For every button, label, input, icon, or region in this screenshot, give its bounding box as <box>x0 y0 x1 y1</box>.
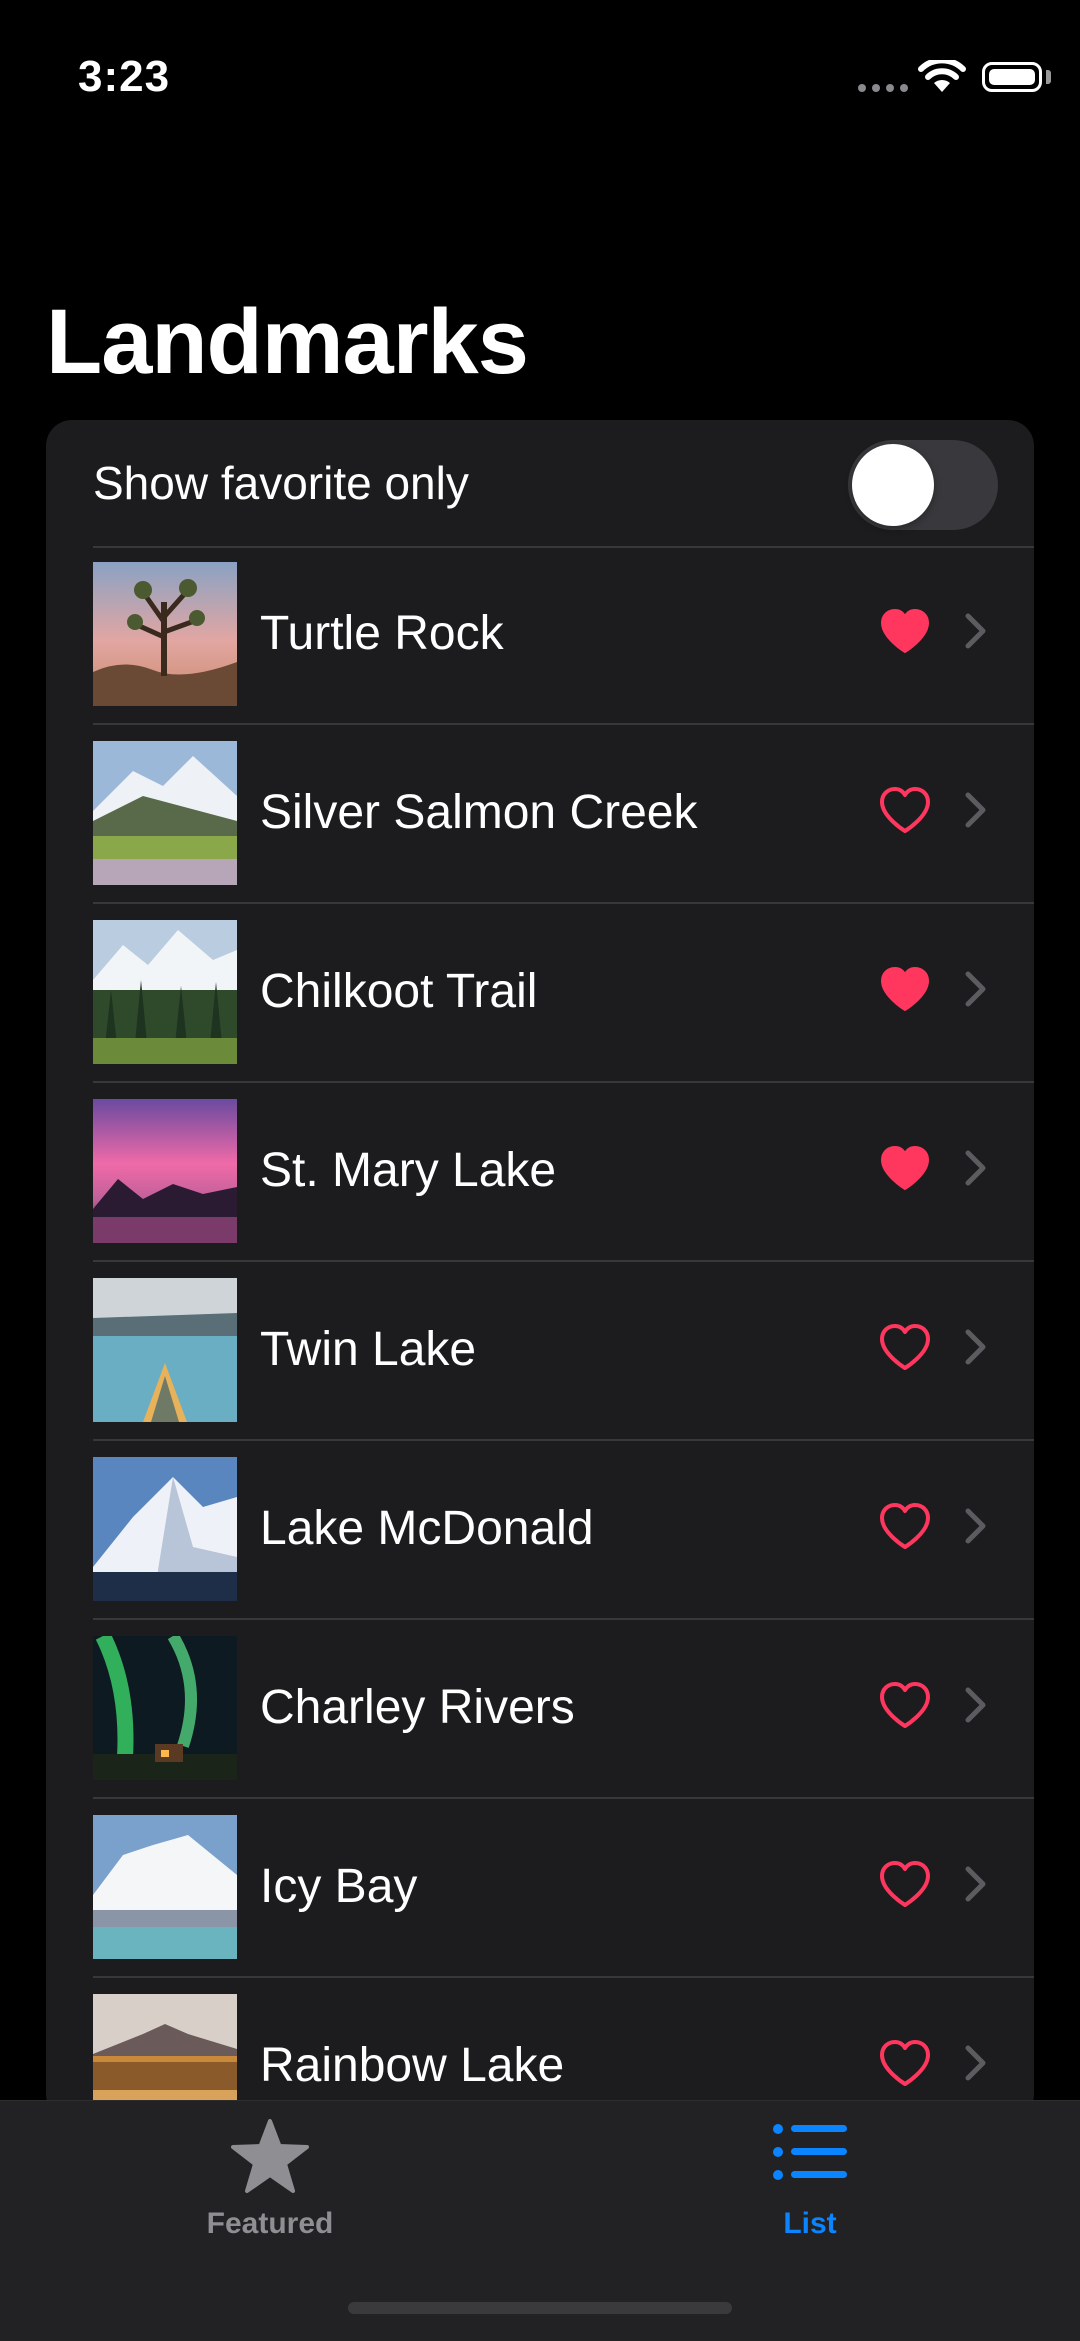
landmark-row[interactable]: Twin Lake <box>46 1262 1034 1441</box>
landmark-thumbnail <box>93 920 237 1064</box>
heart-filled-icon[interactable] <box>878 1143 932 1193</box>
favorites-filter-label: Show favorite only <box>93 457 469 509</box>
heart-outline-icon[interactable] <box>878 1322 932 1372</box>
battery-cap <box>1046 70 1051 84</box>
chevron-right-icon <box>965 1329 986 1365</box>
tab-list[interactable]: List <box>540 2101 1080 2261</box>
list-icon <box>773 2124 847 2180</box>
chevron-right-icon <box>965 1508 986 1544</box>
star-icon <box>231 2119 309 2193</box>
favorites-only-toggle[interactable] <box>848 440 998 530</box>
landmark-row[interactable]: St. Mary Lake <box>46 1083 1034 1262</box>
chevron-right-icon <box>965 1150 986 1186</box>
landmark-thumbnail <box>93 1278 237 1422</box>
toggle-knob <box>852 444 934 526</box>
heart-outline-icon[interactable] <box>878 1501 932 1551</box>
chevron-right-icon <box>965 1687 986 1723</box>
chevron-right-icon <box>965 792 986 828</box>
tab-list-label: List <box>783 2207 837 2240</box>
landmark-name: St. Mary Lake <box>260 1144 557 1197</box>
cellular-signal-icon <box>858 84 908 92</box>
landmark-row[interactable]: Turtle Rock <box>46 546 1034 725</box>
landmark-row[interactable]: Icy Bay <box>46 1799 1034 1978</box>
landmark-name: Rainbow Lake <box>260 2039 565 2092</box>
status-time: 3:23 <box>78 52 171 101</box>
landmark-thumbnail <box>93 1815 237 1959</box>
landmark-name: Chilkoot Trail <box>260 965 538 1018</box>
home-indicator <box>348 2302 732 2314</box>
landmark-row[interactable]: Rainbow Lake <box>46 1978 1034 2120</box>
landmark-name: Icy Bay <box>260 1860 418 1913</box>
heart-outline-icon[interactable] <box>878 785 932 835</box>
landmark-thumbnail <box>93 562 237 706</box>
chevron-right-icon <box>965 2045 986 2081</box>
landmark-name: Charley Rivers <box>260 1681 575 1734</box>
chevron-right-icon <box>965 613 986 649</box>
wifi-icon <box>918 60 966 92</box>
status-bar: 3:23 <box>0 0 1080 150</box>
battery-icon <box>982 62 1042 92</box>
landmark-thumbnail <box>93 741 237 885</box>
chevron-right-icon <box>965 1866 986 1902</box>
landmark-row[interactable]: Charley Rivers <box>46 1620 1034 1799</box>
landmark-name: Turtle Rock <box>260 607 504 660</box>
page-title: Landmarks <box>46 291 529 393</box>
landmark-name: Twin Lake <box>260 1323 477 1376</box>
chevron-right-icon <box>965 971 986 1007</box>
heart-filled-icon[interactable] <box>878 606 932 656</box>
heart-outline-icon[interactable] <box>878 1680 932 1730</box>
landmark-thumbnail <box>93 1099 237 1243</box>
landmark-name: Silver Salmon Creek <box>260 786 698 839</box>
landmark-row[interactable]: Lake McDonald <box>46 1441 1034 1620</box>
landmark-thumbnail <box>93 1457 237 1601</box>
tab-featured-label: Featured <box>206 2207 334 2240</box>
tab-featured[interactable]: Featured <box>0 2101 540 2261</box>
landmark-name: Lake McDonald <box>260 1502 594 1555</box>
heart-filled-icon[interactable] <box>878 964 932 1014</box>
landmark-row[interactable]: Chilkoot Trail <box>46 904 1034 1083</box>
landmark-list: Turtle Rock Silver Salmon Creek Chilkoot T… <box>46 546 1034 2120</box>
heart-outline-icon[interactable] <box>878 2038 932 2088</box>
landmark-list-card: Show favorite only Turtle Rock Silver Sal… <box>46 420 1034 2120</box>
landmark-row[interactable]: Silver Salmon Creek <box>46 725 1034 904</box>
landmark-thumbnail <box>93 1636 237 1780</box>
favorites-filter-row: Show favorite only <box>46 420 1034 546</box>
heart-outline-icon[interactable] <box>878 1859 932 1909</box>
